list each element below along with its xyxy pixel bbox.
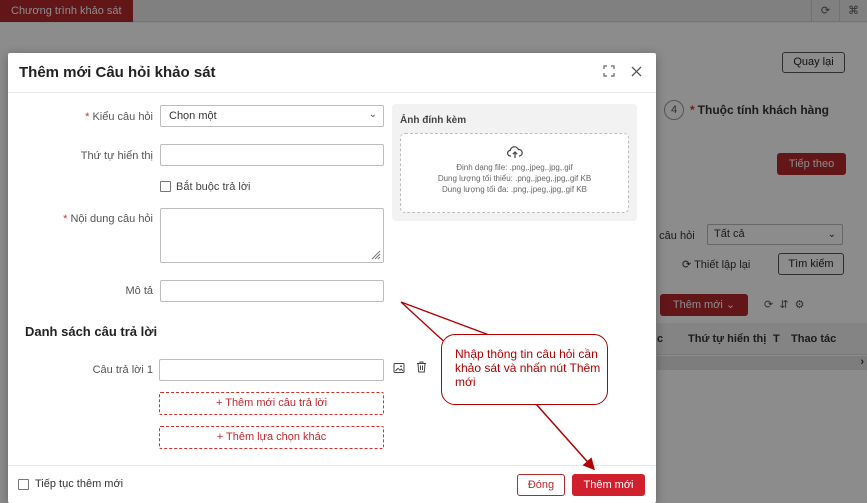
arrow-to-submit xyxy=(535,403,595,471)
instruction-callout: Nhập thông tin câu hỏi cần khảo sát và n… xyxy=(441,334,608,405)
callout-text: Nhập thông tin câu hỏi cần khảo sát và n… xyxy=(455,347,601,389)
annotation-arrows xyxy=(400,301,595,471)
